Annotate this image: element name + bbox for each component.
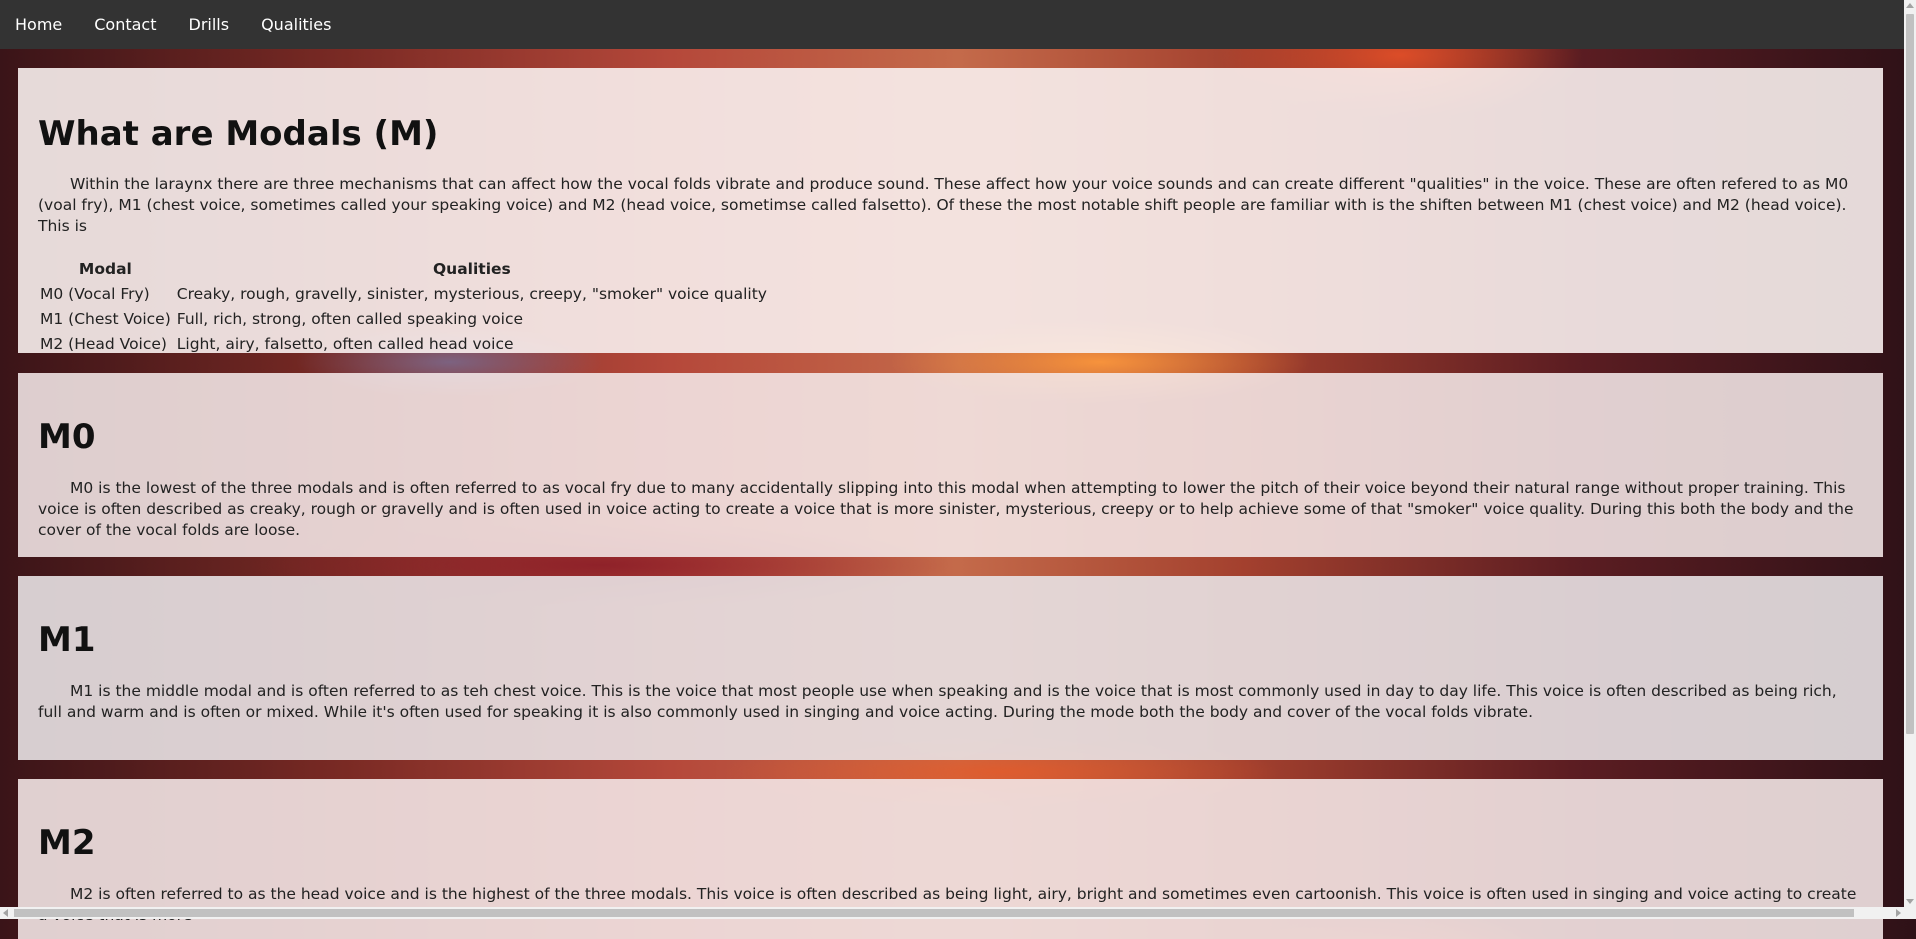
table-row: M1 (Chest Voice) Full, rich, strong, oft…: [38, 308, 769, 331]
vertical-scrollbar[interactable]: [1904, 0, 1916, 919]
table-cell-modal: M0 (Vocal Fry): [40, 285, 150, 303]
intro-title: What are Modals (M): [38, 114, 439, 154]
table-row: M2 (Head Voice) Light, airy, falsetto, o…: [38, 333, 769, 356]
table-cell-qualities: Full, rich, strong, often called speakin…: [176, 310, 524, 328]
nav-drills-link[interactable]: Drills: [173, 0, 246, 49]
modal-qualities-table: Modal Qualities M0 (Vocal Fry) Creaky, r…: [36, 256, 771, 358]
intro-section: What are Modals (M) Within the laraynx t…: [18, 68, 1883, 353]
m0-title: M0: [38, 417, 96, 457]
scroll-up-arrow-icon[interactable]: [1906, 3, 1914, 8]
intro-paragraph: Within the laraynx there are three mecha…: [38, 175, 1849, 235]
nav-qualities-link[interactable]: Qualities: [245, 0, 347, 49]
m1-paragraph: M1 is the middle modal and is often refe…: [38, 682, 1837, 721]
table-header-qualities: Qualities: [433, 260, 511, 278]
m1-title: M1: [38, 620, 96, 660]
scroll-down-arrow-icon[interactable]: [1906, 899, 1914, 904]
table-header-modal: Modal: [78, 260, 132, 278]
table-cell-modal: M1 (Chest Voice): [40, 310, 171, 328]
table-row: M0 (Vocal Fry) Creaky, rough, gravelly, …: [38, 283, 769, 306]
table-cell-qualities: Creaky, rough, gravelly, sinister, myste…: [176, 285, 767, 303]
table-header-row: Modal Qualities: [38, 258, 769, 281]
scroll-left-arrow-icon[interactable]: [3, 909, 8, 917]
scroll-right-arrow-icon[interactable]: [1896, 909, 1901, 917]
m0-paragraph: M0 is the lowest of the three modals and…: [38, 479, 1854, 539]
top-navbar: Home Contact Drills Qualities: [0, 0, 1904, 49]
m2-paragraph: M2 is often referred to as the head voic…: [38, 885, 1857, 924]
m2-title: M2: [38, 823, 96, 863]
table-cell-qualities: Light, airy, falsetto, often called head…: [176, 335, 514, 353]
horizontal-scrollbar-thumb[interactable]: [14, 909, 1854, 917]
table-cell-modal: M2 (Head Voice): [40, 335, 167, 353]
m1-section: M1 M1 is the middle modal and is often r…: [18, 576, 1883, 760]
vertical-scrollbar-thumb[interactable]: [1906, 14, 1914, 734]
horizontal-scrollbar[interactable]: [0, 907, 1904, 919]
nav-contact-link[interactable]: Contact: [78, 0, 172, 49]
nav-home-link[interactable]: Home: [0, 0, 78, 49]
m0-section: M0 M0 is the lowest of the three modals …: [18, 373, 1883, 557]
